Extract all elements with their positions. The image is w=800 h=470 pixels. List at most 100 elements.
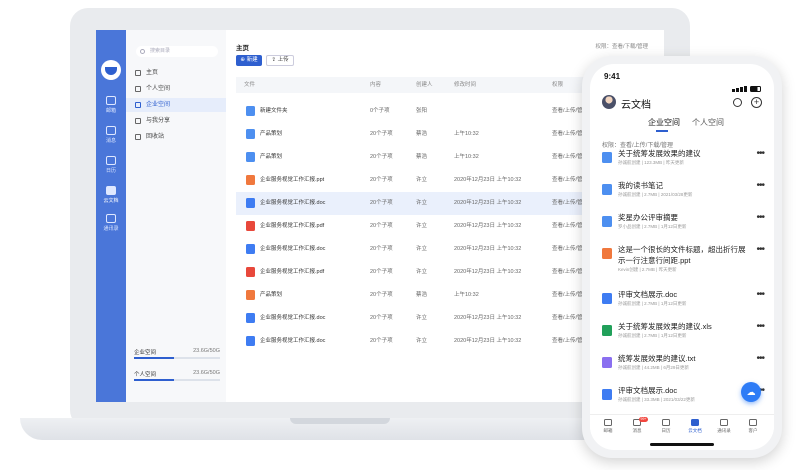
quota-fill [134, 357, 175, 359]
quota-bar [134, 357, 220, 359]
tabbar-item-folder[interactable]: 云文档 [685, 419, 705, 434]
more-icon[interactable]: ••• [756, 321, 764, 332]
battery-icon [750, 86, 761, 92]
sidebar-item-label: 个人空间 [146, 86, 171, 92]
more-icon[interactable]: ••• [756, 289, 764, 300]
quota-value: 23.6G/50G [193, 348, 220, 354]
more-icon[interactable]: ••• [756, 244, 764, 255]
tabbar-item-mail[interactable]: 邮箱 [598, 419, 618, 434]
sidebar-item-home[interactable]: 主页 [126, 66, 226, 80]
column-header-content[interactable]: 内容 [370, 77, 381, 93]
add-icon[interactable]: + [751, 97, 762, 108]
more-icon[interactable]: ••• [756, 180, 764, 191]
file-creator: 许立 [416, 246, 428, 252]
sidebar-item-trash[interactable]: 回收站 [126, 130, 226, 144]
column-header-modified[interactable]: 修改时间 [454, 77, 476, 93]
sidebar-item-label: 主页 [146, 70, 159, 76]
rail-item-calendar[interactable]: 日历 [96, 156, 126, 174]
tabbar-label: 邮箱 [603, 428, 613, 433]
file-name: 企业服务视觉工作汇报.doc [260, 315, 326, 321]
unread-badge: 99+ [639, 417, 648, 422]
file-name: 企业服务视觉工作汇报.ppt [260, 177, 325, 183]
sidebar: 搜索目录 主页 个人空间 企业空间 与我分享 回收站 企业空间 23.6G/50… [126, 30, 226, 402]
file-modified: 2020年12月23日 上午10:32 [454, 200, 522, 206]
word-file-icon [246, 198, 255, 208]
contacts-icon [720, 419, 728, 426]
file-modified: 2020年12月23日 上午10:32 [454, 177, 522, 183]
file-creator: 许立 [416, 200, 428, 206]
permission-text: 权限：查看/下载/管理 [595, 44, 648, 50]
file-meta: 孙诚航创建 | 2.7MB | 1月12日更新 [618, 333, 687, 338]
quota-fill [134, 379, 175, 381]
file-modified: 上午10:32 [454, 131, 479, 137]
signal-icon [736, 88, 739, 92]
tab-indicator [656, 130, 668, 132]
rail-label: 通讯录 [103, 226, 119, 232]
tabbar-label: 消息 [632, 428, 642, 433]
sidebar-item-shared[interactable]: 与我分享 [126, 114, 226, 128]
tabbar-item-calendar[interactable]: 日历 [656, 419, 676, 434]
tabbar-item-contacts[interactable]: 通讯录 [714, 419, 734, 434]
desktop-app: 邮箱 消息 日历 云文档 通讯录 搜索目录 主页 个人空间 企业空间 与我分享 … [96, 30, 664, 402]
upload-cloud-button[interactable]: ☁ [741, 382, 761, 402]
file-creator: 许立 [416, 177, 428, 183]
file-creator: 许立 [416, 269, 428, 275]
rail-item-contacts[interactable]: 通讯录 [96, 214, 126, 232]
signal-icon [732, 89, 735, 92]
file-name: 这是一个很长的文件标题，超出折行展示一行注意行间距.ppt [618, 245, 746, 265]
file-name: 我的读书笔记 [618, 181, 663, 190]
chat-icon [106, 126, 116, 135]
contacts-icon [106, 214, 116, 223]
search-input[interactable]: 搜索目录 [136, 46, 218, 57]
more-icon[interactable]: ••• [756, 212, 764, 223]
new-button[interactable]: ⊕ 新建 [236, 55, 262, 66]
word-file-icon [602, 389, 612, 400]
column-header-creator[interactable]: 创建人 [416, 77, 433, 93]
file-name: 企业服务视觉工作汇报.doc [260, 200, 326, 206]
column-header-file[interactable]: 文件 [244, 77, 255, 93]
file-modified: 2020年12月23日 上午10:32 [454, 315, 522, 321]
page-title: 主页 [236, 45, 249, 52]
quota-personal: 个人空间 23.6G/50G [134, 370, 220, 381]
folder-icon [602, 184, 612, 195]
avatar[interactable] [602, 95, 616, 109]
word-file-icon [246, 336, 255, 346]
file-meta: 孙诚航创建 | 123.3MB | 昨天更新 [618, 160, 684, 165]
rail-item-messages[interactable]: 消息 [96, 126, 126, 144]
file-name: 统筹发展效果的建议.txt [618, 354, 696, 363]
quota-label: 企业空间 [134, 350, 157, 356]
signal-icon [744, 86, 747, 92]
signal-icon [740, 87, 743, 92]
pdf-file-icon [246, 267, 255, 277]
upload-button[interactable]: ⇪ 上传 [266, 55, 294, 66]
search-icon[interactable] [733, 98, 742, 107]
tab-enterprise[interactable]: 企业空间 [648, 117, 680, 128]
trash-icon [135, 134, 141, 140]
tabbar-label: 云文档 [688, 428, 702, 433]
rail-label: 消息 [105, 138, 116, 144]
file-content-count: 0个子项 [370, 108, 390, 114]
tab-personal[interactable]: 个人空间 [692, 117, 724, 128]
sidebar-item-enterprise[interactable]: 企业空间 [126, 98, 226, 112]
phone-frame: 9:41 云文档 + 企业空间 个人空间 权限：查看/上传/下载/管理 关于统筹… [582, 56, 782, 458]
ppt-file-icon [246, 175, 255, 185]
rail-label: 邮箱 [105, 108, 116, 114]
more-icon[interactable]: ••• [756, 148, 764, 159]
tabbar-item-customer[interactable]: 客户 [743, 419, 763, 434]
file-content-count: 20个子项 [370, 223, 393, 229]
column-header-permission[interactable]: 权限 [552, 77, 563, 93]
file-modified: 上午10:32 [454, 292, 479, 298]
rail-label: 云文档 [103, 198, 119, 204]
file-name: 评审文档展示.doc [618, 386, 678, 395]
file-name: 关于统筹发展效果的建议.xls [618, 322, 712, 331]
more-icon[interactable]: ••• [756, 353, 764, 364]
sidebar-item-personal[interactable]: 个人空间 [126, 82, 226, 96]
rail-item-docs[interactable]: 云文档 [96, 186, 126, 204]
file-modified: 上午10:32 [454, 154, 479, 160]
cloud-upload-icon: ☁ [746, 387, 756, 397]
tabbar-item-chat[interactable]: 消息 99+ [627, 417, 648, 434]
rail-item-mail[interactable]: 邮箱 [96, 96, 126, 114]
file-content-count: 20个子项 [370, 315, 393, 321]
sidebar-item-label: 企业空间 [146, 102, 171, 108]
file-modified: 2020年12月23日 上午10:32 [454, 223, 522, 229]
